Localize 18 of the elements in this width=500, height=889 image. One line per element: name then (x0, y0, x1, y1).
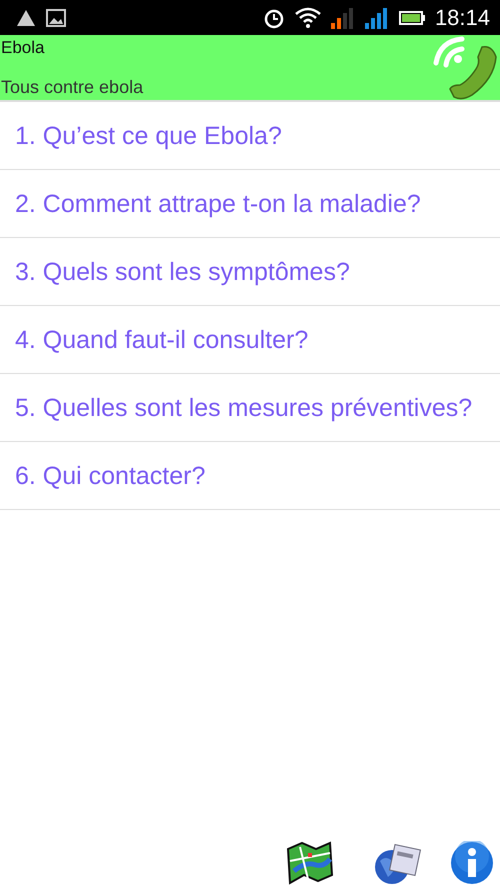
menu-item[interactable]: 1. Qu’est ce que Ebola? (0, 102, 500, 170)
menu-item[interactable]: 6. Qui contacter? (0, 442, 500, 510)
menu-item[interactable]: 3. Quels sont les symptômes? (0, 238, 500, 306)
app-title: Ebola (1, 38, 46, 58)
image-icon (46, 8, 66, 26)
signal-icon (330, 6, 355, 28)
battery-icon (398, 10, 425, 24)
app-subtitle: Tous contre ebola (1, 77, 144, 98)
signal-icon (364, 6, 389, 28)
clock-time: 18:14 (434, 4, 490, 30)
map-icon[interactable] (286, 841, 334, 885)
menu-item[interactable]: 4. Quand faut-il consulter? (0, 306, 500, 374)
wifi-icon (294, 6, 321, 28)
globe-newspaper-icon[interactable] (372, 841, 422, 885)
menu-item[interactable]: 5. Quelles sont les mesures préventives? (0, 374, 500, 442)
warning-icon (16, 8, 36, 26)
info-icon[interactable] (450, 841, 494, 885)
menu-item[interactable]: 2. Comment attrape t-on la maladie? (0, 170, 500, 238)
